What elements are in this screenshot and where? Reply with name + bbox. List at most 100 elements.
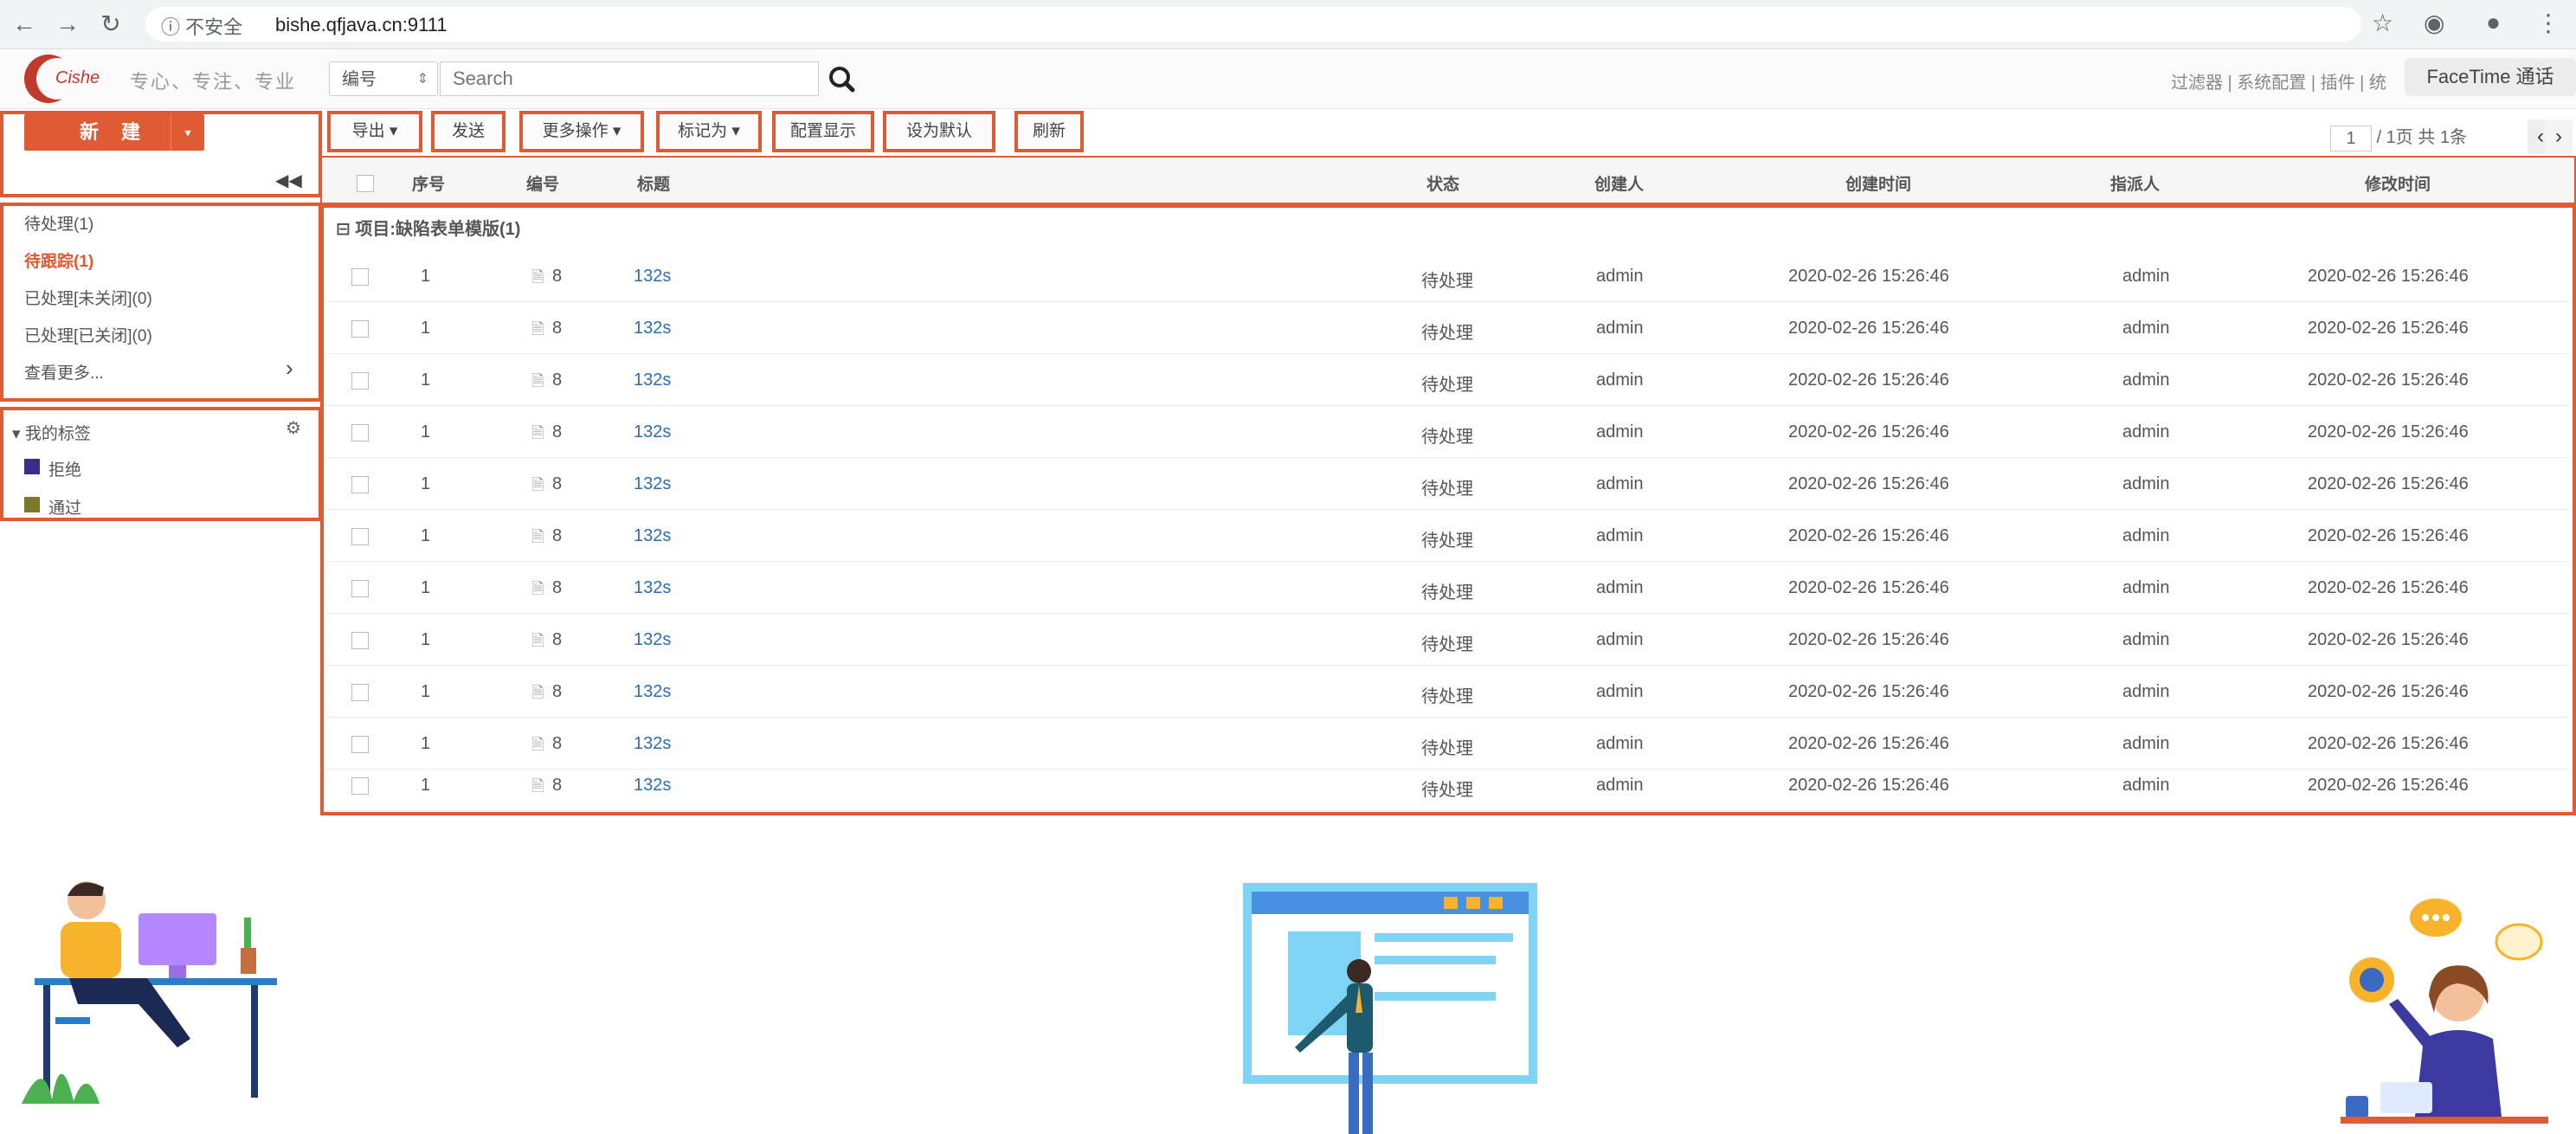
mark-as-button[interactable]: 标记为 ▾ (656, 111, 762, 152)
cell-assignee: admin (2122, 267, 2170, 286)
sidebar-item-processed-closed[interactable]: 已处理[已关闭](0) (24, 323, 152, 346)
refresh-button[interactable]: 刷新 (1014, 111, 1084, 152)
table-row[interactable]: 🗎 1 8 132s 待处理 admin 2020-02-26 15:26:46 admin 2… (325, 615, 2571, 666)
sidebar-item-tracking[interactable]: 待跟踪(1) (24, 248, 93, 272)
cell-status: 待处理 (1421, 781, 1473, 800)
more-actions-button[interactable]: 更多操作 ▾ (519, 111, 644, 152)
cell-title[interactable]: 132s (634, 526, 671, 546)
cell-title[interactable]: 132s (634, 578, 671, 598)
table-row[interactable]: 🗎 1 8 132s 待处理 admin 2020-02-26 15:26:46 admin 2… (325, 407, 2571, 458)
cell-created: 2020-02-26 15:26:46 (1788, 370, 1949, 390)
send-button[interactable]: 发送 (431, 111, 506, 152)
search-input[interactable] (440, 61, 819, 96)
cell-title[interactable]: 132s (634, 776, 671, 796)
row-checkbox[interactable] (351, 528, 369, 545)
cell-title[interactable]: 132s (634, 370, 671, 390)
reload-icon[interactable]: ↻ (95, 9, 126, 40)
column-header-creator[interactable]: 创建人 (1594, 171, 1644, 195)
page-input[interactable]: 1 (2330, 125, 2372, 151)
back-icon[interactable]: ← (9, 9, 40, 40)
tag-pass[interactable]: 通过 (48, 495, 81, 519)
search-icon[interactable] (822, 60, 862, 98)
cell-modified: 2020-02-26 15:26:46 (2308, 370, 2469, 390)
row-checkbox[interactable] (351, 372, 369, 390)
security-indicator[interactable]: ⓘ 不安全 (161, 12, 242, 40)
table-row[interactable]: 🗎 1 8 132s 待处理 admin 2020-02-26 15:26:46 admin 2… (325, 511, 2571, 562)
row-checkbox[interactable] (351, 476, 369, 493)
top-links[interactable]: 过滤器 | 系统配置 | 插件 | 统 (2171, 68, 2386, 93)
address-bar[interactable]: ⓘ 不安全 bishe.qfjava.cn:9111 (145, 7, 2361, 42)
cell-title[interactable]: 132s (634, 682, 671, 702)
table-row[interactable]: 🗎 1 8 132s 待处理 admin 2020-02-26 15:26:46 admin 2… (325, 355, 2571, 406)
search-field-select[interactable]: 编号 ⇕ (329, 61, 438, 96)
table-row[interactable]: 🗎 1 8 132s 待处理 admin 2020-02-26 15:26:46 admin 2… (325, 459, 2571, 510)
select-all-checkbox[interactable] (357, 175, 374, 192)
table-row[interactable]: 🗎 1 8 132s 待处理 admin 2020-02-26 15:26:46 admin 2… (325, 303, 2571, 354)
row-checkbox[interactable] (351, 777, 369, 795)
new-dropdown-caret-icon[interactable]: ▾ (171, 114, 204, 151)
row-checkbox[interactable] (351, 320, 369, 338)
cell-creator: admin (1596, 682, 1644, 701)
row-checkbox[interactable] (351, 684, 369, 701)
group-row[interactable]: ⊟ 项目:缺陷表单模版(1) (336, 215, 520, 240)
column-header-title[interactable]: 标题 (637, 171, 670, 195)
column-header-modified[interactable]: 修改时间 (2365, 171, 2431, 195)
url-text[interactable]: bishe.qfjava.cn:9111 (275, 14, 448, 36)
column-header-index[interactable]: 序号 (412, 171, 445, 195)
extension-icon[interactable]: ◉ (2424, 9, 2444, 37)
cell-status: 待处理 (1421, 583, 1473, 602)
chevron-right-icon[interactable]: › (286, 355, 293, 382)
cell-assignee: admin (2122, 422, 2170, 441)
cell-created: 2020-02-26 15:26:46 (1788, 319, 1949, 338)
sidebar-item-view-more[interactable]: 查看更多... (24, 360, 104, 383)
bookmark-star-icon[interactable]: ☆ (2372, 9, 2393, 37)
cell-title[interactable]: 132s (634, 319, 671, 338)
row-checkbox[interactable] (351, 424, 369, 441)
table-row[interactable]: 🗎 1 8 132s 待处理 admin 2020-02-26 15:26:46 admin 2… (325, 251, 2571, 302)
new-button[interactable]: 新 建 ▾ (24, 114, 204, 151)
row-checkbox[interactable] (351, 736, 369, 753)
cell-index: 1 (421, 370, 431, 390)
config-display-button[interactable]: 配置显示 (772, 111, 874, 152)
tag-reject[interactable]: 拒绝 (48, 457, 81, 480)
cell-status: 待处理 (1421, 272, 1473, 291)
cell-index: 1 (421, 682, 431, 701)
cell-assignee: admin (2122, 319, 2170, 338)
cell-status: 待处理 (1421, 635, 1473, 654)
column-header-status[interactable]: 状态 (1426, 171, 1459, 195)
cell-title[interactable]: 132s (634, 267, 671, 287)
facetime-overlay[interactable]: FaceTime 通话 (2405, 58, 2576, 96)
row-checkbox[interactable] (351, 580, 369, 597)
next-page-icon[interactable]: › (2545, 119, 2573, 154)
table-header: 序号 编号 标题 状态 创建人 创建时间 指派人 修改时间 (322, 158, 2574, 203)
table-row[interactable]: 🗎 1 8 132s 待处理 admin 2020-02-26 15:26:46 admin 2… (325, 760, 2571, 811)
logo-text: Cishe (55, 68, 100, 87)
table-row[interactable]: 🗎 1 8 132s 待处理 admin 2020-02-26 15:26:46 admin 2… (325, 563, 2571, 614)
sidebar-item-processed-open[interactable]: 已处理[未关闭](0) (24, 286, 152, 309)
column-header-assignee[interactable]: 指派人 (2110, 171, 2160, 195)
cell-status: 待处理 (1421, 739, 1473, 758)
cell-creator: admin (1596, 422, 1644, 441)
tags-header[interactable]: ▾ 我的标签 (12, 421, 91, 444)
cell-title[interactable]: 132s (634, 630, 671, 650)
cell-title[interactable]: 132s (634, 474, 671, 494)
profile-icon[interactable]: ● (2486, 9, 2501, 36)
row-checkbox[interactable] (351, 632, 369, 649)
sidebar-item-pending[interactable]: 待处理(1) (24, 211, 93, 235)
column-header-created[interactable]: 创建时间 (1845, 171, 1911, 195)
export-button[interactable]: 导出 ▾ (327, 111, 422, 152)
set-default-button[interactable]: 设为默认 (883, 111, 995, 152)
cell-title[interactable]: 132s (634, 422, 671, 442)
column-header-code[interactable]: 编号 (526, 171, 559, 195)
document-icon: 🗎 (531, 777, 544, 795)
cell-code: 8 (552, 319, 563, 338)
presentation-illustration (1243, 883, 1537, 1134)
cell-creator: admin (1596, 474, 1644, 493)
collapse-sidebar-icon[interactable]: ◀◀ (275, 170, 302, 191)
gear-icon[interactable]: ⚙ (286, 417, 301, 439)
row-checkbox[interactable] (351, 268, 369, 286)
browser-menu-icon[interactable]: ⋮ (2536, 9, 2560, 37)
cell-title[interactable]: 132s (634, 734, 671, 754)
table-row[interactable]: 🗎 1 8 132s 待处理 admin 2020-02-26 15:26:46 admin 2… (325, 667, 2571, 718)
forward-icon[interactable]: → (52, 9, 83, 40)
